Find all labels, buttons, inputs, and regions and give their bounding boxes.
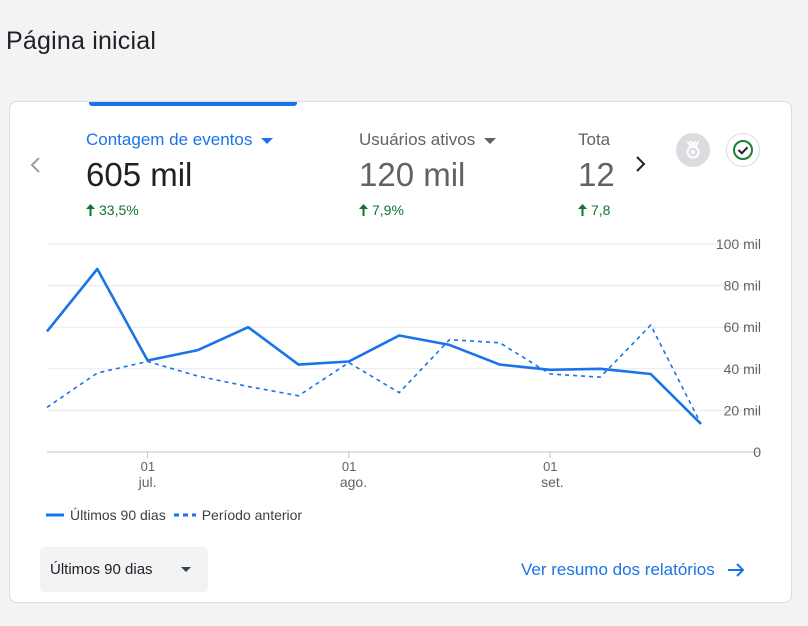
caret-down-icon <box>181 567 191 572</box>
x-tick-day: 01 <box>141 459 155 474</box>
series-line-current <box>45 267 702 425</box>
y-tick-label: 20 mil <box>724 402 761 418</box>
y-tick-label: 100 mil <box>716 236 761 252</box>
date-range-label: Últimos 90 dias <box>50 561 153 578</box>
view-reports-label: Ver resumo dos relatórios <box>521 560 715 579</box>
date-range-select[interactable]: Últimos 90 dias <box>40 547 208 592</box>
y-tick-label: 80 mil <box>724 278 761 294</box>
y-tick-label: 40 mil <box>724 361 761 377</box>
x-tick-month: set. <box>541 474 564 490</box>
legend-item-current: Últimos 90 dias <box>46 507 166 523</box>
x-tick-day: 01 <box>543 459 557 474</box>
y-tick-label: 60 mil <box>724 319 761 335</box>
x-tick-day: 01 <box>342 459 356 474</box>
legend-dashed-line <box>173 513 196 517</box>
chart-legend: Últimos 90 dias Período anterior <box>46 507 310 523</box>
x-tick-month: jul. <box>138 474 157 490</box>
legend-label: Período anterior <box>201 507 303 523</box>
legend-label: Últimos 90 dias <box>70 507 166 523</box>
view-reports-link[interactable]: Ver resumo dos relatórios <box>521 560 745 580</box>
line-chart: 020 mil40 mil60 mil80 mil100 mil01jul.01… <box>45 236 761 490</box>
legend-item-previous: Período anterior <box>173 507 303 523</box>
x-tick-month: ago. <box>340 474 367 490</box>
series-line-previous <box>46 324 702 425</box>
legend-solid-line <box>46 513 64 517</box>
arrow-right-icon <box>727 563 745 577</box>
overview-card: Contagem de eventos 605 mil 33,5% Usuári… <box>9 101 792 603</box>
y-tick-label: 0 <box>753 444 761 460</box>
page-title: Página inicial <box>6 27 157 55</box>
